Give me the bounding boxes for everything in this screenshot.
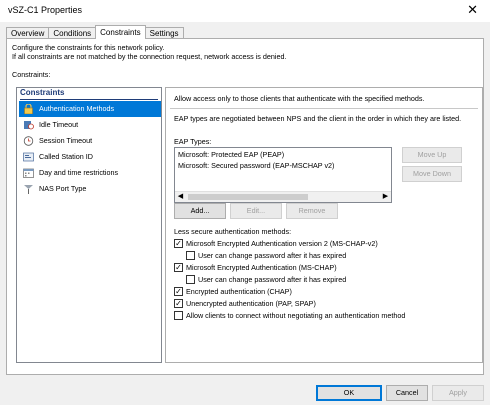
clock-icon [23,136,34,146]
tab-strip: Overview Conditions Constraints Settings [6,25,184,39]
scrollbar-thumb[interactable] [188,194,308,200]
checkbox-label: User can change password after it has ex… [198,275,347,284]
scroll-right-icon[interactable]: ▶ [380,192,391,202]
tree-item-day-time-restrictions[interactable]: Day and time restrictions [19,165,161,181]
port-icon [24,185,33,194]
ok-button[interactable]: OK [316,385,382,401]
mschapv2-checkbox-row[interactable]: ✓ Microsoft Encrypted Authentication ver… [174,238,378,249]
remove-button[interactable]: Remove [286,203,338,219]
tree-item-label: Called Station ID [39,152,93,161]
checkbox-label: Microsoft Encrypted Authentication (MS-C… [186,263,337,272]
tree-item-called-station-id[interactable]: Called Station ID [19,149,161,165]
checkbox-label: Encrypted authentication (CHAP) [186,287,292,296]
title-bar: vSZ-C1 Properties ✕ [0,0,490,22]
tab-constraints[interactable]: Constraints [95,25,146,39]
checkbox-label: User can change password after it has ex… [198,251,347,260]
mschap-change-password-checkbox[interactable] [186,275,195,284]
panel-description: Configure the constraints for this netwo… [12,43,472,61]
description-line-2: If all constraints are not matched by th… [12,52,287,61]
no-auth-checkbox-row[interactable]: Allow clients to connect without negotia… [174,310,405,321]
calendar-icon [23,168,34,178]
mschapv2-change-password-checkbox[interactable] [186,251,195,260]
idle-timeout-icon [24,121,34,130]
tree-item-label: Idle Timeout [39,120,79,129]
authentication-methods-pane: Allow access only to those clients that … [165,87,483,363]
description-line-1: Configure the constraints for this netwo… [12,43,165,52]
tree-item-nas-port-type[interactable]: NAS Port Type [19,181,161,197]
chap-checkbox-row[interactable]: ✓ Encrypted authentication (CHAP) [174,286,292,297]
checkbox-label: Microsoft Encrypted Authentication versi… [186,239,378,248]
mschapv2-checkbox[interactable]: ✓ [174,239,183,248]
lock-icon [24,104,33,114]
tree-header-divider [20,99,158,100]
horizontal-scrollbar[interactable]: ◀ ▶ [175,191,391,202]
pap-spap-checkbox[interactable]: ✓ [174,299,183,308]
tree-item-label: Session Timeout [39,136,93,145]
tree-item-idle-timeout[interactable]: Idle Timeout [19,117,161,133]
close-icon[interactable]: ✕ [467,2,478,18]
constraints-tree: Constraints Authentication Methods Idle … [16,87,162,363]
tree-item-label: Authentication Methods [39,104,115,113]
edit-button[interactable]: Edit... [230,203,282,219]
less-secure-label: Less secure authentication methods: [174,227,292,236]
pane-header: Allow access only to those clients that … [174,94,425,103]
eap-type-item[interactable]: Microsoft: Protected EAP (PEAP) [178,150,284,159]
eap-types-label: EAP Types: [174,137,212,146]
mschap-change-password-row[interactable]: User can change password after it has ex… [186,274,346,285]
cancel-button[interactable]: Cancel [386,385,428,401]
scroll-left-icon[interactable]: ◀ [175,192,186,202]
constraints-panel: Configure the constraints for this netwo… [6,38,484,375]
pap-spap-checkbox-row[interactable]: ✓ Unencrypted authentication (PAP, SPAP) [174,298,316,309]
tree-item-label: NAS Port Type [39,184,87,193]
tree-header: Constraints [20,88,65,97]
move-up-button[interactable]: Move Up [402,147,462,163]
tree-item-authentication-methods[interactable]: Authentication Methods [19,101,161,117]
checkbox-label: Allow clients to connect without negotia… [186,311,406,320]
mschap-checkbox-row[interactable]: ✓ Microsoft Encrypted Authentication (MS… [174,262,337,273]
eap-types-list[interactable]: Microsoft: Protected EAP (PEAP) Microsof… [174,147,392,203]
window-title: vSZ-C1 Properties [8,5,83,15]
move-down-button[interactable]: Move Down [402,166,462,182]
tree-item-label: Day and time restrictions [39,168,119,177]
eap-description: EAP types are negotiated between NPS and… [174,114,462,123]
dialog-footer: OK Cancel Apply [0,377,490,405]
apply-button[interactable]: Apply [432,385,484,401]
mschap-checkbox[interactable]: ✓ [174,263,183,272]
chap-checkbox[interactable]: ✓ [174,287,183,296]
add-button[interactable]: Add... [174,203,226,219]
checkbox-label: Unencrypted authentication (PAP, SPAP) [186,299,316,308]
no-auth-checkbox[interactable] [174,311,183,320]
constraints-label: Constraints: [12,70,51,79]
eap-type-item[interactable]: Microsoft: Secured password (EAP-MSCHAP … [178,161,334,170]
pane-divider [170,108,478,109]
station-id-icon [23,152,34,162]
mschapv2-change-password-row[interactable]: User can change password after it has ex… [186,250,346,261]
tree-item-session-timeout[interactable]: Session Timeout [19,133,161,149]
